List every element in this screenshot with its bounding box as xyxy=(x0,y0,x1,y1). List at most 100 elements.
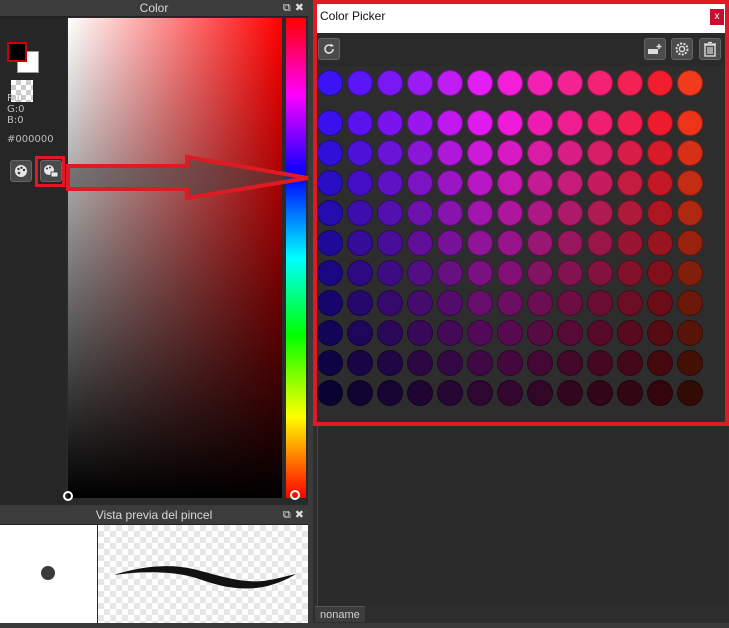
color-swatch[interactable] xyxy=(557,230,583,256)
color-swatch[interactable] xyxy=(617,140,643,166)
tab-noname[interactable]: noname xyxy=(315,606,365,622)
color-swatch[interactable] xyxy=(437,350,463,376)
color-swatch[interactable] xyxy=(497,70,523,96)
color-swatch[interactable] xyxy=(317,290,343,316)
color-swatch[interactable] xyxy=(437,70,463,96)
color-swatch[interactable] xyxy=(467,70,493,96)
close-icon[interactable]: ✖ xyxy=(295,509,304,521)
color-swatch[interactable] xyxy=(587,200,613,226)
color-swatch[interactable] xyxy=(347,70,373,96)
color-swatch[interactable] xyxy=(677,320,703,346)
close-icon[interactable]: ✖ xyxy=(295,2,304,14)
color-swatch[interactable] xyxy=(527,380,553,406)
color-swatch[interactable] xyxy=(527,230,553,256)
color-swatch[interactable] xyxy=(587,110,613,136)
color-swatch[interactable] xyxy=(587,320,613,346)
color-swatch[interactable] xyxy=(617,170,643,196)
color-swatch[interactable] xyxy=(347,170,373,196)
color-swatch[interactable] xyxy=(647,290,673,316)
color-swatch[interactable] xyxy=(407,320,433,346)
color-swatch[interactable] xyxy=(317,70,343,96)
color-swatch[interactable] xyxy=(527,260,553,286)
color-swatch[interactable] xyxy=(437,290,463,316)
color-swatch[interactable] xyxy=(467,110,493,136)
color-swatch[interactable] xyxy=(647,350,673,376)
color-swatch[interactable] xyxy=(407,70,433,96)
color-swatch[interactable] xyxy=(647,110,673,136)
color-swatch[interactable] xyxy=(587,380,613,406)
color-swatch[interactable] xyxy=(377,260,403,286)
color-swatch[interactable] xyxy=(437,140,463,166)
color-swatch[interactable] xyxy=(557,70,583,96)
color-swatch[interactable] xyxy=(347,140,373,166)
color-swatch[interactable] xyxy=(587,170,613,196)
color-swatch[interactable] xyxy=(617,350,643,376)
color-swatch[interactable] xyxy=(557,260,583,286)
color-swatch[interactable] xyxy=(347,230,373,256)
color-swatch[interactable] xyxy=(467,320,493,346)
color-swatch[interactable] xyxy=(677,380,703,406)
color-swatch[interactable] xyxy=(617,260,643,286)
color-swatch[interactable] xyxy=(377,170,403,196)
color-swatch[interactable] xyxy=(677,290,703,316)
color-swatch[interactable] xyxy=(557,350,583,376)
color-swatch[interactable] xyxy=(677,260,703,286)
color-swatch[interactable] xyxy=(617,200,643,226)
undock-icon[interactable]: ⧉ xyxy=(283,509,291,521)
color-swatch[interactable] xyxy=(407,170,433,196)
color-swatch[interactable] xyxy=(407,380,433,406)
color-swatch[interactable] xyxy=(647,260,673,286)
color-swatch[interactable] xyxy=(347,110,373,136)
color-swatch[interactable] xyxy=(557,380,583,406)
color-swatch[interactable] xyxy=(587,260,613,286)
color-swatch[interactable] xyxy=(347,350,373,376)
color-swatch[interactable] xyxy=(377,200,403,226)
color-swatch[interactable] xyxy=(527,70,553,96)
color-swatch[interactable] xyxy=(437,380,463,406)
color-swatch[interactable] xyxy=(497,260,523,286)
color-swatch[interactable] xyxy=(557,200,583,226)
color-swatch[interactable] xyxy=(677,110,703,136)
color-swatch[interactable] xyxy=(677,350,703,376)
color-swatch[interactable] xyxy=(617,230,643,256)
color-swatch[interactable] xyxy=(497,140,523,166)
close-button[interactable]: x xyxy=(710,9,724,25)
saturation-value-marker[interactable] xyxy=(63,491,73,501)
color-swatch[interactable] xyxy=(617,320,643,346)
color-swatch[interactable] xyxy=(557,320,583,346)
color-swatch[interactable] xyxy=(377,290,403,316)
color-swatch[interactable] xyxy=(647,230,673,256)
color-swatch[interactable] xyxy=(587,140,613,166)
color-swatch[interactable] xyxy=(407,230,433,256)
color-swatch[interactable] xyxy=(317,260,343,286)
color-swatch[interactable] xyxy=(317,170,343,196)
color-swatch[interactable] xyxy=(377,320,403,346)
color-swatch[interactable] xyxy=(407,350,433,376)
color-swatch[interactable] xyxy=(437,200,463,226)
color-swatch[interactable] xyxy=(437,110,463,136)
saturation-value-square[interactable] xyxy=(68,18,282,498)
color-swatch[interactable] xyxy=(557,290,583,316)
color-swatch[interactable] xyxy=(467,260,493,286)
color-swatch[interactable] xyxy=(317,230,343,256)
color-swatch[interactable] xyxy=(497,170,523,196)
color-swatch[interactable] xyxy=(467,290,493,316)
color-swatch[interactable] xyxy=(587,350,613,376)
color-swatch[interactable] xyxy=(677,170,703,196)
palette-button[interactable] xyxy=(10,160,32,182)
delete-button[interactable] xyxy=(699,38,721,60)
color-swatch[interactable] xyxy=(317,320,343,346)
color-swatch[interactable] xyxy=(677,70,703,96)
color-swatch[interactable] xyxy=(317,350,343,376)
color-swatch[interactable] xyxy=(497,200,523,226)
color-swatch[interactable] xyxy=(617,380,643,406)
color-swatch[interactable] xyxy=(407,290,433,316)
foreground-color-swatch[interactable] xyxy=(7,42,27,62)
color-swatch[interactable] xyxy=(317,140,343,166)
color-swatch[interactable] xyxy=(497,380,523,406)
color-swatch[interactable] xyxy=(527,350,553,376)
undock-icon[interactable]: ⧉ xyxy=(283,2,291,14)
color-swatch[interactable] xyxy=(347,260,373,286)
color-swatch[interactable] xyxy=(497,290,523,316)
color-swatch[interactable] xyxy=(407,140,433,166)
